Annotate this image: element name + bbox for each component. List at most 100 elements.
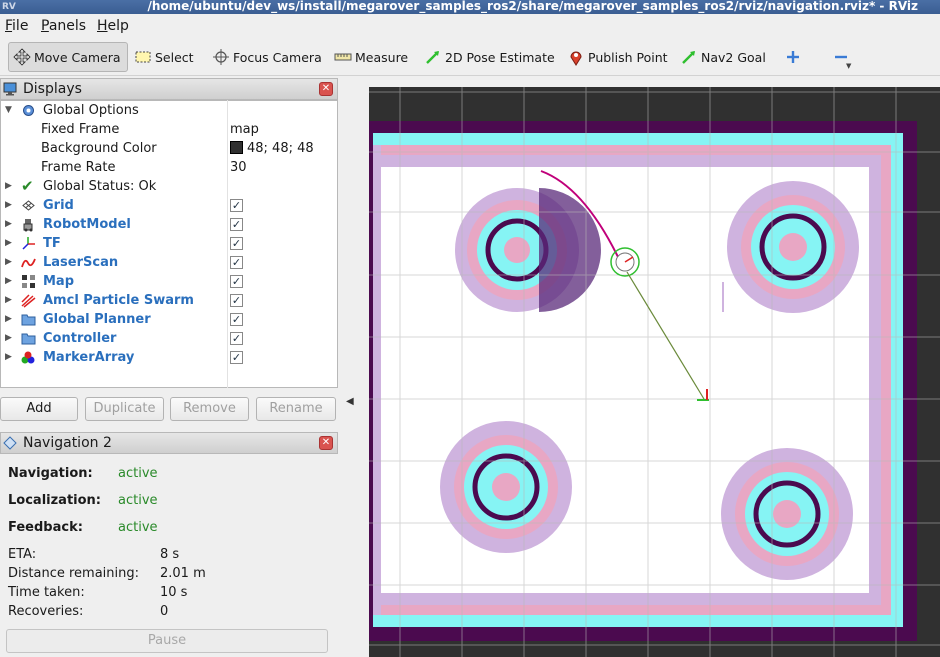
navigation-status-row: Navigation: active: [8, 466, 158, 481]
tree-row-fixed-frame[interactable]: Fixed Frame map: [1, 120, 337, 139]
pose-estimate-button[interactable]: 2D Pose Estimate: [420, 42, 559, 72]
frame-rate-label: Frame Rate: [41, 160, 116, 175]
publish-point-button[interactable]: Publish Point: [563, 42, 672, 72]
move-camera-icon: [13, 48, 31, 66]
background-color-value[interactable]: 48; 48; 48: [230, 139, 314, 158]
distance-value: 2.01 m: [160, 566, 206, 581]
map-label: Map: [43, 274, 75, 289]
tree-row-global-planner[interactable]: ▶ Global Planner ✓: [1, 310, 337, 329]
robotmodel-checkbox[interactable]: ✓: [230, 218, 243, 231]
fixed-frame-value[interactable]: map: [230, 120, 259, 139]
select-icon: [134, 48, 152, 66]
global-options-label: Global Options: [43, 103, 139, 118]
add-tool-button[interactable]: [780, 42, 809, 72]
displays-button-row: Add Duplicate Remove Rename: [0, 397, 338, 423]
measure-button[interactable]: Measure: [330, 42, 412, 72]
select-label: Select: [155, 49, 194, 65]
costmap-view: [369, 87, 940, 657]
pause-button[interactable]: Pause: [6, 629, 328, 653]
close-icon[interactable]: ✕: [319, 82, 333, 96]
displays-tree: ▼ Global Options Fixed Frame map Backgro…: [0, 100, 338, 388]
feedback-status-row: Feedback: active: [8, 520, 158, 535]
recoveries-label: Recoveries:: [8, 604, 84, 619]
menu-panels[interactable]: Panels: [41, 18, 86, 34]
collapse-arrow-icon[interactable]: ◀: [346, 396, 354, 407]
chevron-right-icon[interactable]: ▶: [5, 253, 12, 272]
chevron-right-icon[interactable]: ▶: [5, 348, 12, 367]
map-checkbox[interactable]: ✓: [230, 275, 243, 288]
chevron-right-icon[interactable]: ▶: [5, 196, 12, 215]
nav2-goal-button[interactable]: Nav2 Goal: [676, 42, 770, 72]
menu-help[interactable]: Help: [97, 18, 129, 34]
chevron-right-icon[interactable]: ▶: [5, 215, 12, 234]
move-camera-button[interactable]: Move Camera: [8, 42, 128, 72]
eta-label: ETA:: [8, 547, 37, 562]
duplicate-button[interactable]: Duplicate: [85, 397, 164, 421]
publish-point-label: Publish Point: [588, 49, 668, 65]
localization-value: active: [118, 493, 158, 508]
tree-column-separator[interactable]: [227, 100, 228, 388]
particle-swarm-checkbox[interactable]: ✓: [230, 294, 243, 307]
rviz-icon: RV: [2, 2, 16, 12]
tree-row-marker-array[interactable]: ▶ MarkerArray ✓: [1, 348, 337, 367]
global-status-label: Global Status: Ok: [43, 179, 157, 194]
tf-label: TF: [43, 236, 61, 251]
tree-row-tf[interactable]: ▶ TF ✓: [1, 234, 337, 253]
close-icon[interactable]: ✕: [319, 436, 333, 450]
frame-rate-value[interactable]: 30: [230, 158, 247, 177]
tree-row-grid[interactable]: ▶ Grid ✓: [1, 196, 337, 215]
pose-estimate-label: 2D Pose Estimate: [445, 49, 555, 65]
pillar-bottom-right: [721, 448, 853, 580]
add-button[interactable]: Add: [0, 397, 78, 421]
robotmodel-label: RobotModel: [43, 217, 131, 232]
global-planner-checkbox[interactable]: ✓: [230, 313, 243, 326]
wall-right: [903, 121, 917, 641]
wall-top: [369, 121, 917, 133]
tree-row-robotmodel[interactable]: ▶ RobotModel ✓: [1, 215, 337, 234]
particle-swarm-icon: [21, 293, 36, 308]
navigation-value: active: [118, 466, 158, 481]
menu-file[interactable]: File: [5, 18, 28, 34]
chevron-right-icon[interactable]: ▶: [5, 329, 12, 348]
chevron-right-icon[interactable]: ▶: [5, 234, 12, 253]
marker-array-checkbox[interactable]: ✓: [230, 351, 243, 364]
toolbar: Move Camera Select Focus Camera Measure …: [0, 38, 940, 76]
navigation-panel: Navigation: active Localization: active …: [0, 455, 338, 657]
folder-icon: [21, 331, 36, 346]
tree-row-laserscan[interactable]: ▶ LaserScan ✓: [1, 253, 337, 272]
chevron-right-icon[interactable]: ▶: [5, 310, 12, 329]
tree-row-particle-swarm[interactable]: ▶ Amcl Particle Swarm ✓: [1, 291, 337, 310]
distance-row: Distance remaining: 2.01 m: [8, 566, 206, 581]
localization-label: Localization:: [8, 493, 101, 508]
controller-checkbox[interactable]: ✓: [230, 332, 243, 345]
map-icon: [21, 274, 36, 289]
feedback-label: Feedback:: [8, 520, 83, 535]
select-button[interactable]: Select: [130, 42, 198, 72]
tree-row-frame-rate[interactable]: Frame Rate 30: [1, 158, 337, 177]
chevron-right-icon[interactable]: ▶: [5, 177, 12, 196]
chevron-right-icon[interactable]: ▶: [5, 272, 12, 291]
map-pin-icon: [567, 48, 585, 66]
chevron-right-icon[interactable]: ▶: [5, 291, 12, 310]
grid-checkbox[interactable]: ✓: [230, 199, 243, 212]
tree-row-map[interactable]: ▶ Map ✓: [1, 272, 337, 291]
tree-row-background-color[interactable]: Background Color 48; 48; 48: [1, 139, 337, 158]
remove-tool-button[interactable]: ▼: [828, 42, 857, 72]
tree-row-global-status[interactable]: ▶ ✔ Global Status: Ok: [1, 177, 337, 196]
marker-array-icon: [21, 350, 36, 365]
focus-camera-button[interactable]: Focus Camera: [208, 42, 326, 72]
dropdown-arrow-icon[interactable]: ▼: [846, 62, 851, 70]
laserscan-checkbox[interactable]: ✓: [230, 256, 243, 269]
remove-button[interactable]: Remove: [170, 397, 249, 421]
render-viewport[interactable]: [369, 87, 940, 657]
tree-row-controller[interactable]: ▶ Controller ✓: [1, 329, 337, 348]
laserscan-icon: [21, 255, 36, 270]
focus-camera-label: Focus Camera: [233, 49, 322, 65]
rename-button[interactable]: Rename: [256, 397, 336, 421]
chevron-down-icon[interactable]: ▼: [5, 101, 12, 120]
navigation-title: Navigation 2: [23, 435, 112, 451]
menu-bar: File Panels Help: [0, 15, 940, 38]
tf-checkbox[interactable]: ✓: [230, 237, 243, 250]
tree-row-global-options[interactable]: ▼ Global Options: [1, 101, 337, 120]
focus-camera-icon: [212, 48, 230, 66]
